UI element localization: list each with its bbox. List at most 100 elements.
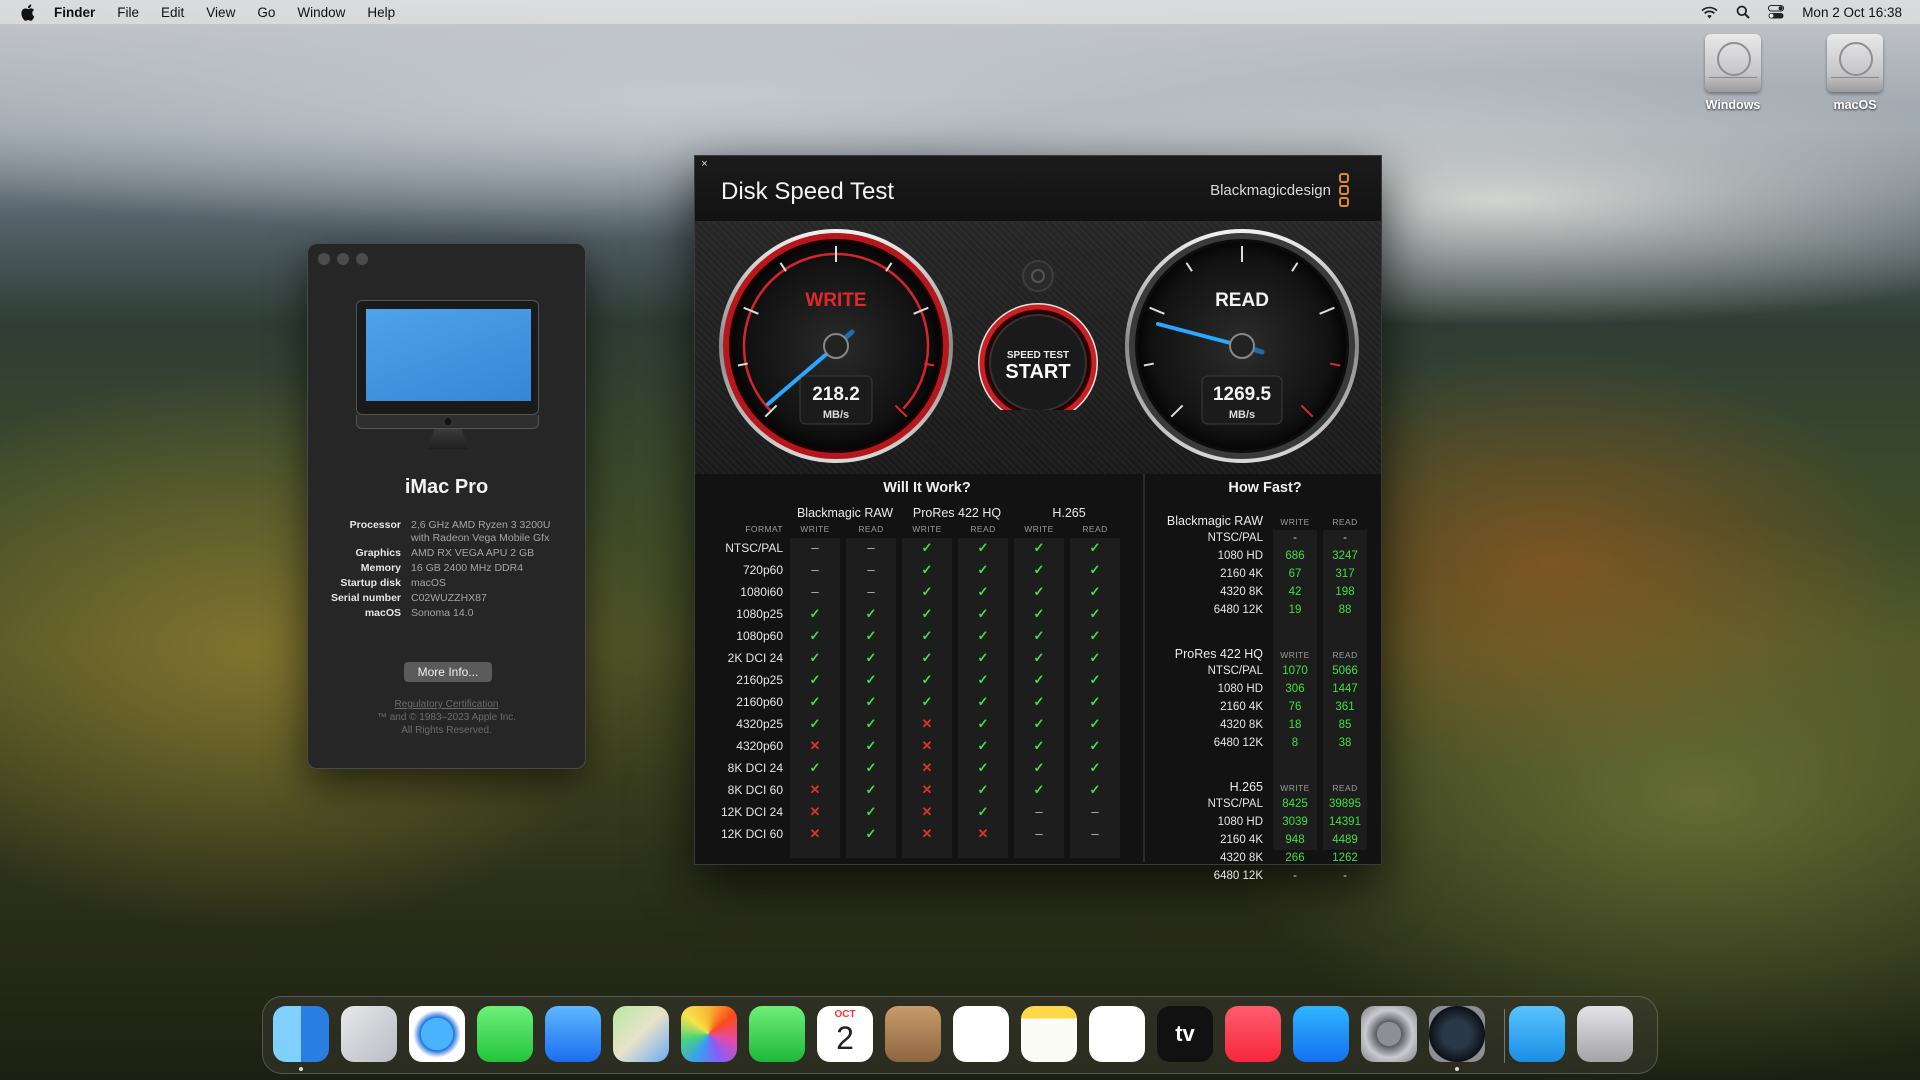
close-button[interactable] [318,253,330,265]
mail-icon[interactable] [545,1006,601,1062]
wifi-icon[interactable] [1701,6,1718,19]
app-store-icon[interactable] [1293,1006,1349,1062]
check-icon: ✓ [809,606,821,621]
check-icon: ✓ [865,738,877,753]
check-icon: ✓ [865,606,877,621]
finder-icon[interactable] [273,1006,329,1062]
contacts-icon[interactable] [885,1006,941,1062]
check-icon: ✓ [1033,540,1045,555]
check-icon: ✓ [809,650,821,665]
check-icon: ✓ [1089,540,1101,555]
check-icon: ✓ [921,606,933,621]
read-fps-value: 38 [1338,737,1352,749]
check-icon: ✓ [809,716,821,731]
minimize-button[interactable] [337,253,349,265]
spotlight-search-icon[interactable] [1736,5,1750,19]
more-info-button[interactable]: More Info... [404,662,492,682]
write-column-header: WRITE [1280,783,1310,793]
check-icon: ✓ [977,804,989,819]
menu-file[interactable]: File [117,5,139,20]
close-icon[interactable]: × [699,159,710,170]
menu-clock[interactable]: Mon 2 Oct 16:38 [1802,5,1902,20]
dock: OCT 2 tv [262,996,1658,1074]
write-fps-value: 306 [1285,683,1305,695]
calendar-day: 2 [836,1020,854,1056]
write-fps-value: 686 [1285,550,1305,562]
resolution-label: 1080 HD [1217,816,1263,828]
check-icon: ✓ [977,606,989,621]
format-name: 8K DCI 60 [727,783,783,797]
copyright-line: ™ and © 1983–2023 Apple Inc. [376,712,517,723]
drive-label: Windows [1705,98,1761,112]
read-fps-value: - [1343,532,1347,544]
menu-view[interactable]: View [206,5,235,20]
photos-icon[interactable] [681,1006,737,1062]
check-icon: ✓ [977,650,989,665]
apple-menu-icon[interactable] [18,3,36,21]
desktop-drive-windows[interactable]: Windows [1688,34,1778,112]
tv-icon[interactable]: tv [1157,1006,1213,1062]
settings-gear-icon[interactable] [1022,260,1054,292]
check-icon: ✓ [865,760,877,775]
how-fast-panel: How Fast? Blackmagic RAW WRITE READ NTSC/PA… [1143,474,1383,882]
how-fast-group-name: H.265 [1229,780,1263,794]
spec-row: Graphics AMD RX VEGA APU 2 GB [308,547,585,560]
blackmagic-logo-icon [1339,173,1349,207]
cross-icon: ✕ [809,804,821,819]
format-name: 8K DCI 24 [727,761,783,775]
write-value: 218.2 [812,384,860,405]
write-fps-value: 8425 [1282,798,1308,810]
facetime-icon[interactable] [749,1006,805,1062]
spec-row: macOS Sonoma 14.0 [308,607,585,620]
check-icon: ✓ [1033,716,1045,731]
will-it-work-title: Will It Work? [883,480,971,496]
menu-app-finder[interactable]: Finder [54,5,95,20]
read-fps-value: 198 [1335,586,1355,598]
format-column-header: FORMAT [745,524,783,534]
desktop-drive-macos[interactable]: macOS [1810,34,1900,112]
write-fps-value: 42 [1288,586,1302,598]
about-this-mac-window: iMac Pro Processor 2,6 GHz AMD Ryzen 3 32… [307,243,586,769]
dash-icon: – [811,562,819,577]
safari-icon[interactable] [409,1006,465,1062]
control-center-icon[interactable] [1768,5,1785,19]
notes-icon[interactable] [1021,1006,1077,1062]
check-icon: ✓ [1089,716,1101,731]
disk-speed-test-icon[interactable] [1429,1006,1485,1062]
launchpad-icon[interactable] [341,1006,397,1062]
resolution-label: NTSC/PAL [1207,798,1263,810]
menu-help[interactable]: Help [367,5,395,20]
write-fps-value: - [1293,532,1297,544]
system-settings-icon[interactable] [1361,1006,1417,1062]
check-icon: ✓ [1033,584,1045,599]
messages-icon[interactable] [477,1006,533,1062]
read-fps-value: 317 [1335,568,1355,580]
write-column-header: WRITE [1280,650,1310,660]
menu-go[interactable]: Go [257,5,275,20]
check-icon: ✓ [977,672,989,687]
dst-title: Disk Speed Test [721,178,894,205]
gauge-panel: WRITE 218.2 MB/s SPEED TEST START READ 1… [695,222,1381,474]
music-icon[interactable] [1225,1006,1281,1062]
cross-icon: ✕ [809,738,821,753]
downloads-folder-icon[interactable] [1509,1006,1565,1062]
check-icon: ✓ [921,584,933,599]
menu-edit[interactable]: Edit [161,5,184,20]
freeform-icon[interactable] [1089,1006,1145,1062]
calendar-icon[interactable]: OCT 2 [817,1006,873,1062]
trash-icon[interactable] [1577,1006,1633,1062]
write-fps-value: 76 [1288,701,1302,713]
read-fps-value: 5066 [1332,665,1358,677]
menu-window[interactable]: Window [297,5,345,20]
regulatory-certification-link[interactable]: Regulatory Certification [308,698,585,711]
write-fps-value: 948 [1285,834,1305,846]
read-gauge: READ 1269.5 MB/s [1125,229,1359,463]
spec-value: AMD RX VEGA APU 2 GB [411,547,535,559]
format-name: 2160p25 [736,673,783,687]
cross-icon: ✕ [809,826,821,841]
resolution-label: 4320 8K [1220,719,1263,731]
start-button[interactable]: SPEED TEST START [978,303,1098,410]
zoom-button[interactable] [356,253,368,265]
reminders-icon[interactable] [953,1006,1009,1062]
maps-icon[interactable] [613,1006,669,1062]
